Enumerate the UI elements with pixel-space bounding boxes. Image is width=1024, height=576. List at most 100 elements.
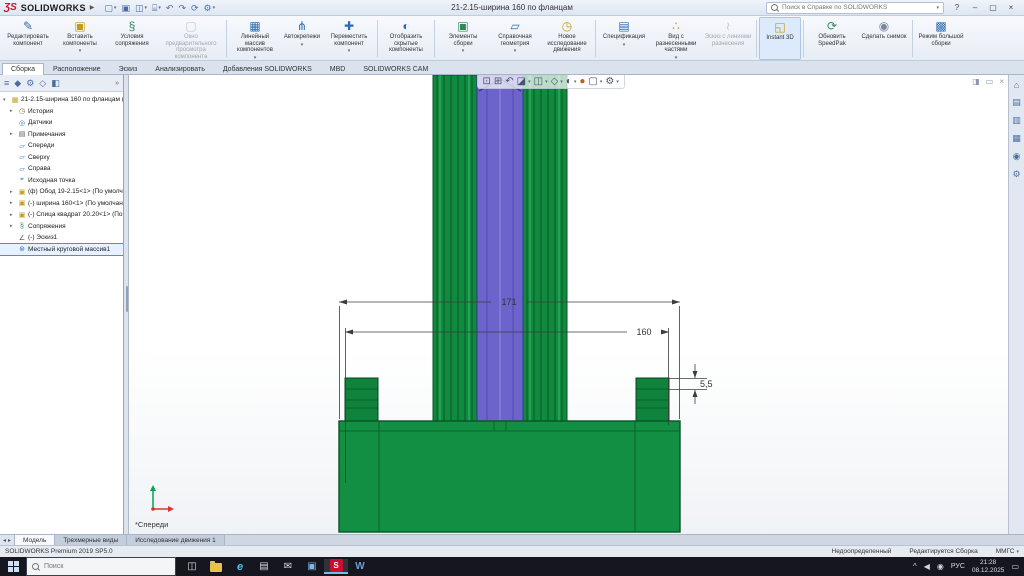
displaymanager-tab-icon[interactable]: ◧	[51, 78, 60, 89]
close-button[interactable]: ×	[1002, 1, 1020, 15]
show-display-pane-icon[interactable]: ◨	[972, 77, 980, 86]
custom-properties-icon[interactable]: ⚙	[1012, 169, 1020, 180]
scroll-left-icon[interactable]: ◂	[3, 537, 6, 544]
edit-appearance-icon[interactable]: ●	[579, 76, 585, 87]
chevron-down-icon[interactable]: ▾	[616, 79, 619, 85]
bill-of-materials-button[interactable]: ▤ Спецификация ▾	[598, 17, 650, 60]
new-motion-study-button[interactable]: ◷ Новое исследование движения	[541, 17, 593, 60]
edge-browser-button[interactable]: e	[228, 559, 252, 574]
action-center-icon[interactable]: ▭	[1011, 562, 1019, 571]
chevron-down-icon[interactable]: ▾	[545, 79, 548, 85]
move-component-button[interactable]: ✚ Переместить компонент ▾	[323, 17, 375, 60]
base-block[interactable]	[339, 421, 680, 532]
expand-icon[interactable]: ▸	[10, 200, 16, 206]
exploded-view-button[interactable]: ∴ Вид с разнесенными частями ▾	[650, 17, 702, 60]
assembly-features-button[interactable]: ▣ Элементы сборки ▾	[437, 17, 489, 60]
volume-icon[interactable]: ◀	[924, 562, 930, 571]
chevron-down-icon[interactable]: ▾	[560, 79, 563, 85]
minimize-button[interactable]: –	[966, 1, 984, 15]
tree-item-component-shirina[interactable]: ▸ ▣ (-) ширина 160<1> (По умолчан...	[0, 198, 123, 210]
flange-right[interactable]	[636, 378, 669, 421]
appearances-scenes-icon[interactable]: ◉	[1013, 151, 1021, 162]
word-button[interactable]: W	[348, 559, 372, 574]
large-assembly-mode-button[interactable]: ▩ Режим большой сборки	[915, 17, 967, 60]
reference-geometry-button[interactable]: ▱ Справочная геометрия ▾	[489, 17, 541, 60]
chevron-down-icon[interactable]: ▾	[600, 79, 603, 85]
mail-button[interactable]: ✉	[276, 559, 300, 574]
tree-item-circular-pattern[interactable]: ⊛ Местный круговой массив1	[0, 244, 123, 256]
apply-scene-icon[interactable]: ▢	[588, 76, 597, 87]
section-view-icon[interactable]: ◪	[517, 76, 526, 87]
zoom-area-icon[interactable]: ⊞	[494, 76, 502, 87]
design-library-icon[interactable]: ▤	[1012, 97, 1021, 108]
tab-scroll-buttons[interactable]: ◂ ▸	[0, 535, 15, 545]
network-icon[interactable]: ◉	[937, 562, 944, 571]
tree-item-right-plane[interactable]: ▱ Справа	[0, 163, 123, 175]
tab-solidworks-cam[interactable]: SOLIDWORKS CAM	[354, 63, 437, 74]
view-palette-icon[interactable]: ▦	[1012, 133, 1021, 144]
language-indicator[interactable]: РУС	[951, 563, 965, 570]
help-button[interactable]: ?	[948, 1, 966, 15]
expand-icon[interactable]: ▸	[10, 108, 16, 114]
open-document-button[interactable]: ▣	[121, 2, 130, 14]
expand-icon[interactable]: ▸	[10, 189, 16, 195]
panel-overflow-icon[interactable]: »	[115, 80, 119, 87]
edit-component-button[interactable]: ✎ Редактировать компонент	[2, 17, 54, 60]
file-explorer-button[interactable]	[204, 559, 228, 574]
dimension-160-value[interactable]: 160	[636, 327, 651, 337]
expand-icon[interactable]: ▸	[10, 131, 16, 137]
zoom-fit-icon[interactable]: ⊡	[482, 76, 490, 87]
tab-addins[interactable]: Добавления SOLIDWORKS	[214, 63, 321, 74]
photos-button[interactable]: ▣	[300, 559, 324, 574]
take-snapshot-button[interactable]: ◉ Сделать снимок	[858, 17, 910, 60]
expand-icon[interactable]: ▸	[10, 212, 16, 218]
help-search-box[interactable]: ▾	[766, 2, 944, 14]
tab-model[interactable]: Модель	[15, 535, 55, 545]
help-search-input[interactable]	[782, 4, 933, 11]
tree-item-mates[interactable]: ▸ § Сопряжения	[0, 221, 123, 233]
smart-fasteners-button[interactable]: ⋔ Автокрепежи ▾	[281, 17, 323, 60]
restore-window-icon[interactable]: ▭	[986, 77, 994, 86]
tree-item-top-plane[interactable]: ▱ Сверху	[0, 152, 123, 164]
print-button[interactable]: ⌸▾	[152, 2, 161, 14]
tree-item-annotations[interactable]: ▸ ▤ Примечания	[0, 129, 123, 141]
tree-item-sketch1[interactable]: ∠ (-) Эскиз1	[0, 232, 123, 244]
task-view-button[interactable]: ◫	[180, 559, 204, 574]
hide-show-items-icon[interactable]: ◐	[566, 76, 572, 87]
restore-button[interactable]: ▢	[984, 1, 1002, 15]
tree-item-origin[interactable]: ⌖ Исходная точка	[0, 175, 123, 187]
tree-item-component-spitsa[interactable]: ▸ ▣ (-) Спица квадрат 20.20<1> (По у...	[0, 209, 123, 221]
taskbar-search-input[interactable]	[44, 563, 144, 570]
instant-3d-button[interactable]: ◱ Instant 3D	[759, 17, 801, 60]
scroll-right-icon[interactable]: ▸	[8, 537, 11, 544]
new-document-button[interactable]: ▢▾	[104, 2, 116, 14]
tab-sketch[interactable]: Эскиз	[110, 63, 147, 74]
update-speedpak-button[interactable]: ⟳ Обновить SpeedPak	[806, 17, 858, 60]
close-document-icon[interactable]: ×	[999, 77, 1004, 86]
previous-view-icon[interactable]: ↶	[505, 76, 513, 87]
solidworks-app-button[interactable]: S	[324, 559, 348, 574]
tree-item-history[interactable]: ▸ ◷ История	[0, 106, 123, 118]
tab-3d-views[interactable]: Трехмерные виды	[55, 535, 127, 545]
tree-item-component-obod[interactable]: ▸ ▣ (ф) Обод 19-2.15<1> (По умолча...	[0, 186, 123, 198]
featuremanager-tab-icon[interactable]: ≡	[4, 78, 9, 88]
mates-button[interactable]: § Условия сопряжения	[106, 17, 158, 60]
save-button[interactable]: ◫▾	[135, 2, 147, 14]
tab-layout[interactable]: Расположение	[44, 63, 110, 74]
chevron-down-icon[interactable]: ▾	[528, 79, 531, 85]
view-settings-icon[interactable]: ⚙	[605, 76, 614, 87]
linear-pattern-button[interactable]: ▦ Линейный массив компонентов ▾	[229, 17, 281, 60]
tree-root[interactable]: ▾ ▦ 21-2.15-ширина 160 по фланцам (П...	[0, 94, 123, 106]
tree-item-front-plane[interactable]: ▱ Спереди	[0, 140, 123, 152]
graphics-viewport[interactable]: ⊡ ⊞ ↶ ◪ ▾ ◫ ▾ ◇ ▾ ◐ ▾ ● ▢ ▾ ⚙ ▾ ◨ ▭ ×	[129, 75, 1008, 534]
show-hidden-components-button[interactable]: ◐ Отобразить скрытые компоненты	[380, 17, 432, 60]
units-selector[interactable]: ММГС▾	[996, 548, 1019, 555]
configurationmanager-tab-icon[interactable]: ⚙	[26, 78, 34, 89]
insert-components-button[interactable]: ▣ Вставить компоненты ▾	[54, 17, 106, 60]
tab-evaluate[interactable]: Анализировать	[146, 63, 214, 74]
undo-button[interactable]: ↶	[166, 2, 174, 14]
chevron-down-icon[interactable]: ▾	[936, 5, 939, 11]
view-orientation-icon[interactable]: ◫	[534, 76, 543, 87]
hidden-icons-chevron[interactable]: ^	[913, 562, 917, 571]
rebuild-button[interactable]: ⟳	[191, 2, 199, 14]
